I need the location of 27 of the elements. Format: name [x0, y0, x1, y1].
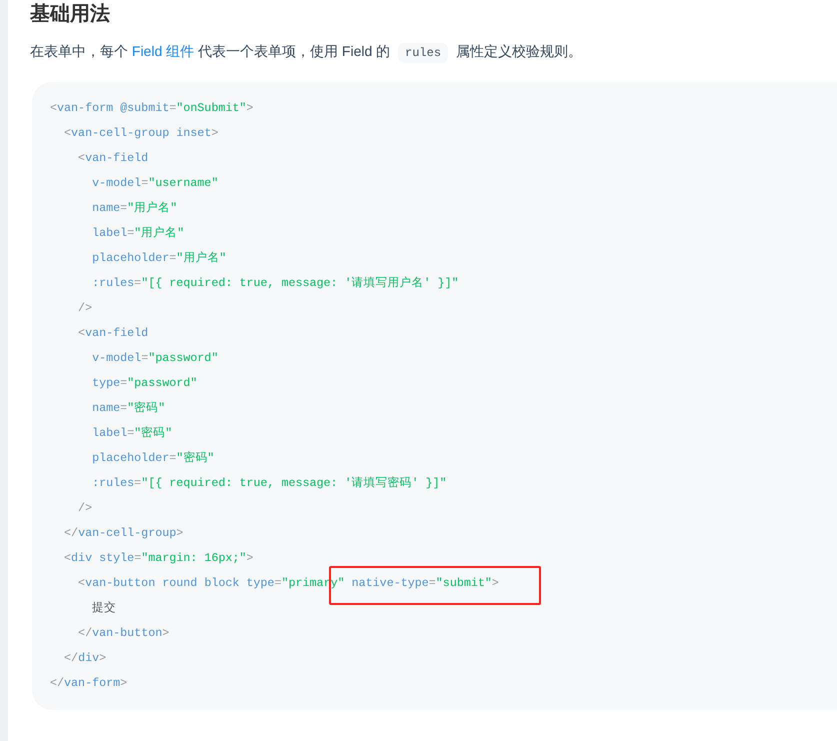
code-line: />: [77, 300, 94, 317]
code-line: name="用户名": [91, 200, 178, 217]
code-line: </van-button>: [77, 625, 170, 642]
code-line: placeholder="密码": [91, 450, 216, 467]
intro-paragraph: 在表单中，每个 Field 组件 代表一个表单项，使用 Field 的 rules 属性定义校验规则。: [30, 38, 837, 66]
code-line: label="用户名": [91, 225, 186, 242]
code-line: <van-button round block type="primary" native-type="submit">: [50, 571, 837, 596]
code-line: v-model="password": [91, 350, 220, 367]
code-line: name="密码": [91, 400, 166, 417]
code-line: <div style="margin: 16px;">: [63, 550, 254, 567]
code-line: type="password": [91, 375, 198, 392]
code-line: <van-form @submit="onSubmit">: [50, 100, 254, 117]
code-line: />: [77, 500, 94, 517]
code-line: placeholder="用户名": [91, 250, 228, 267]
code-line: <van-field: [77, 325, 150, 342]
section-heading: 基础用法: [30, 2, 111, 27]
code-line: </van-cell-group>: [63, 525, 184, 542]
field-component-link[interactable]: Field 组件: [132, 43, 194, 59]
code-line: :rules="[{ required: true, message: '请填写密码' }]": [91, 475, 448, 492]
code-line: :rules="[{ required: true, message: '请填写用户名' }]": [91, 275, 460, 292]
code-line: label="密码": [91, 425, 174, 442]
code-line: <van-cell-group inset>: [63, 125, 220, 142]
code-line: v-model="username": [91, 175, 220, 192]
code-line: </div>: [63, 650, 108, 667]
code-line: 提交: [91, 600, 118, 617]
code-line: <van-field: [77, 150, 150, 167]
code-line: </van-form>: [50, 675, 128, 692]
